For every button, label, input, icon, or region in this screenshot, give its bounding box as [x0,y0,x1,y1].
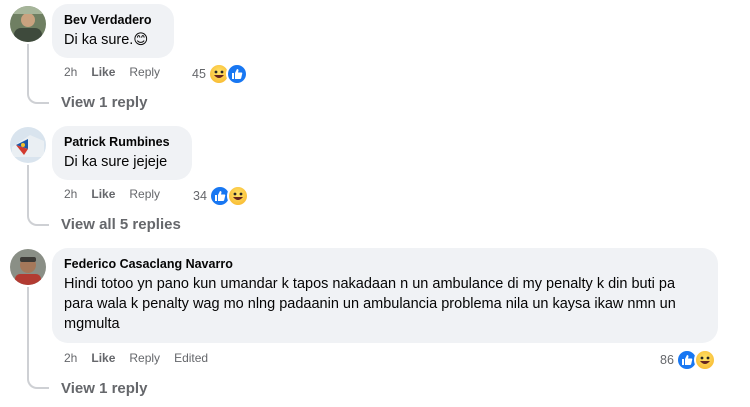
reply-button[interactable]: Reply [129,65,160,79]
comment-actions: 2h Like Reply [64,187,174,201]
comment-author[interactable]: Patrick Rumbines [64,134,180,150]
thread-connector [27,214,49,226]
comment-actions: 2h Like Reply Edited [64,351,222,365]
reaction-count: 45 [192,67,206,81]
thread-line [27,287,29,379]
reply-button[interactable]: Reply [129,351,160,365]
view-replies-link[interactable]: View 1 reply [61,380,147,397]
haha-icon [693,349,716,371]
avatar[interactable] [10,6,46,42]
haha-icon [226,185,249,207]
comment-actions: 2h Like Reply [64,65,174,79]
comment-time[interactable]: 2h [64,65,77,79]
reaction-count: 34 [193,189,207,203]
like-icon [225,63,248,85]
reaction-summary[interactable]: 34 [193,185,249,207]
comment-text: Di ka sure.😊 [64,32,149,48]
view-replies-link[interactable]: View all 5 replies [61,216,181,233]
thread-line [27,44,29,94]
avatar[interactable] [10,249,46,285]
like-button[interactable]: Like [91,351,115,365]
edited-label: Edited [174,351,209,365]
comment-bubble: Federico Casaclang Navarro Hindi totoo y… [52,248,718,343]
reaction-summary[interactable]: 45 [192,63,248,85]
comment-author[interactable]: Bev Verdadero [64,12,162,28]
like-button[interactable]: Like [91,65,115,79]
comment-time[interactable]: 2h [64,187,77,201]
comment-text: Hindi totoo yn pano kun umandar k tapos … [64,276,676,332]
comment-bubble: Bev Verdadero Di ka sure.😊 [52,4,174,58]
reaction-count: 86 [660,353,674,367]
view-replies-link[interactable]: View 1 reply [61,94,147,111]
thread-connector [27,377,49,389]
avatar[interactable] [10,127,46,163]
thread-line [27,165,29,216]
comment-author[interactable]: Federico Casaclang Navarro [64,256,706,272]
comment-bubble: Patrick Rumbines Di ka sure jejeje [52,126,192,180]
like-button[interactable]: Like [91,187,115,201]
comment-time[interactable]: 2h [64,351,77,365]
reaction-summary[interactable]: 86 [660,349,716,371]
comment-text: Di ka sure jejeje [64,154,168,170]
reply-button[interactable]: Reply [129,187,160,201]
thread-connector [27,92,49,104]
